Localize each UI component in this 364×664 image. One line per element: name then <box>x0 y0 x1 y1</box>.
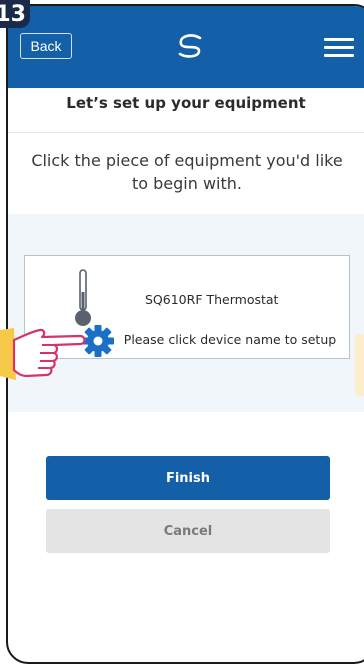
cancel-button[interactable]: Cancel <box>46 509 330 553</box>
finish-button[interactable]: Finish <box>46 456 330 500</box>
hamburger-menu-icon[interactable] <box>324 38 356 58</box>
highlight-marker <box>355 334 364 396</box>
page-title: Let’s set up your equipment <box>66 94 306 112</box>
back-button[interactable]: Back <box>20 33 72 59</box>
pointing-hand-icon <box>0 328 86 380</box>
device-name-link[interactable]: SQ610RF Thermostat <box>145 292 345 307</box>
salus-logo-icon <box>178 34 202 58</box>
step-number-badge: 13 <box>0 0 30 28</box>
divider <box>8 132 364 133</box>
device-setup-hint: Please click device name to setup <box>123 332 337 347</box>
app-header: Back <box>8 6 364 88</box>
instruction-text: Click the piece of equipment you'd like … <box>31 151 343 193</box>
